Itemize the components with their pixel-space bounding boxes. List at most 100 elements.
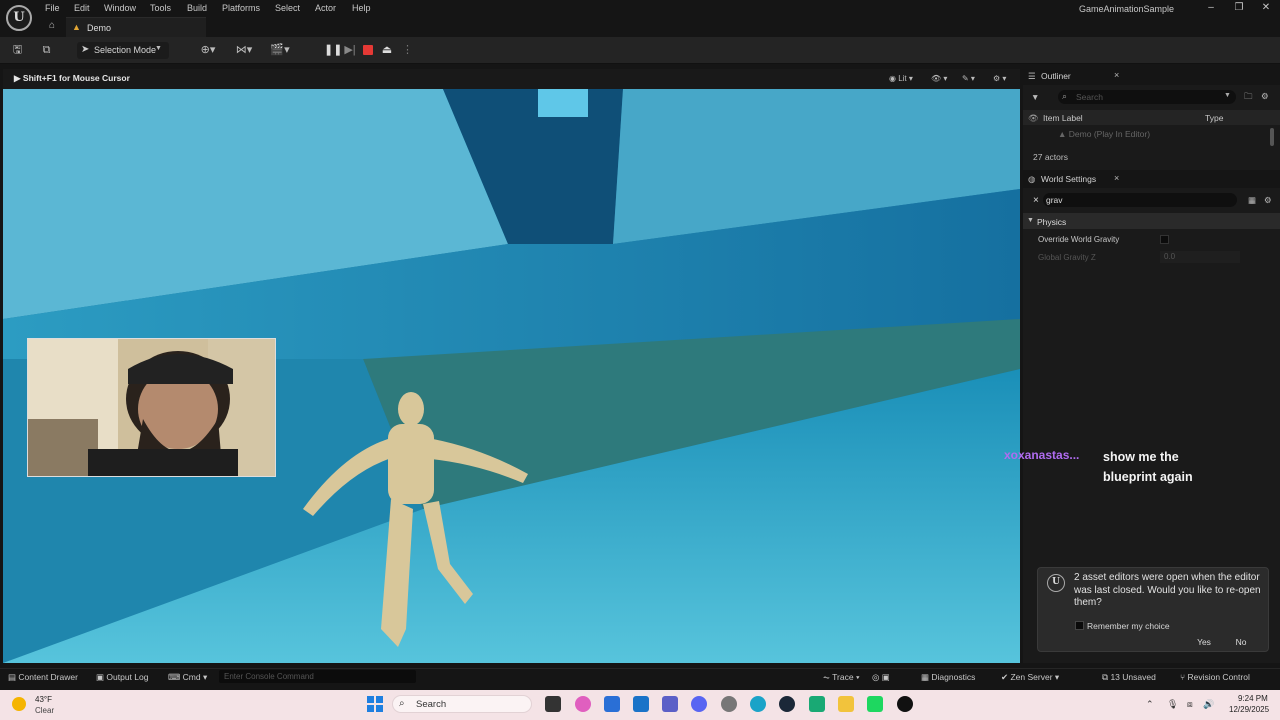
world-settings-close-icon[interactable]: × [1114,173,1119,183]
volume-icon[interactable]: 🔊 [1203,699,1214,710]
console-command-input[interactable]: Enter Console Command [219,670,416,683]
zen-server-label: Zen Server [1010,672,1053,682]
notification-message: 2 asset editors were open when the edito… [1074,572,1261,608]
app-icon[interactable] [721,696,737,712]
copilot-icon[interactable] [575,696,591,712]
filter-icon[interactable]: ▼ [1031,92,1039,102]
step-icon[interactable]: ▶| [344,44,356,57]
task-view-icon[interactable] [545,696,561,712]
remember-choice-label[interactable]: Remember my choice [1087,621,1170,631]
minimize-icon[interactable]: – [1204,2,1218,15]
source-control-icon[interactable]: ⧉ [39,44,54,57]
file-explorer-icon[interactable] [838,696,854,712]
taskbar-search-label: Search [416,699,447,710]
outliner-search-input[interactable]: ⌕ Search ▼ [1058,90,1236,104]
add-actor-icon[interactable]: ⊕▾ [196,44,220,57]
menu-platforms[interactable]: Platforms [222,3,260,13]
teams-icon[interactable] [662,696,678,712]
home-icon[interactable]: ⌂ [49,21,59,31]
cinematics-icon[interactable]: 🎬▾ [268,44,292,57]
steam-icon[interactable] [779,696,795,712]
revision-control-button[interactable]: ⑂ Revision Control [1180,672,1250,682]
outliner-close-icon[interactable]: × [1114,70,1119,80]
diagnostics-button[interactable]: ▦ Diagnostics [921,672,975,683]
eject-icon[interactable]: ⏏ [380,44,394,57]
weather-moon-icon[interactable] [12,697,26,711]
content-drawer-button[interactable]: ▤ Content Drawer [8,672,78,683]
add-folder-icon[interactable]: 🗀 [1244,91,1253,105]
menu-actor[interactable]: Actor [315,3,336,13]
unsaved-label: 13 Unsaved [1110,672,1156,682]
expand-arrow-icon[interactable]: ▼ [1027,217,1034,224]
edge-icon[interactable] [750,696,766,712]
menu-edit[interactable]: Edit [74,3,90,13]
weather-description[interactable]: Clear [35,706,54,715]
maximize-icon[interactable]: ❐ [1232,2,1246,15]
close-window-icon[interactable]: ✕ [1259,2,1273,15]
clock-date[interactable]: 12/29/2025 [1229,705,1269,714]
view-mode-lit[interactable]: ◉ Lit ▾ [889,72,913,85]
show-hidden-icons-icon[interactable]: ⌃ [1146,699,1154,710]
unreal-logo-icon[interactable]: U [6,5,32,31]
col-item-label[interactable]: Item Label [1043,113,1083,123]
menu-build[interactable]: Build [187,3,207,13]
no-button[interactable]: No [1230,636,1252,649]
chat-username: xoxanastas... [1004,448,1080,462]
save-icon[interactable]: 🖫 [11,44,24,57]
clear-search-icon[interactable]: × [1033,195,1039,206]
microphone-icon[interactable]: 🎙 [1167,699,1178,710]
app-icon[interactable] [809,696,825,712]
transform-tools-icon[interactable]: ✎ ▾ [962,72,975,85]
table-view-icon[interactable]: ▦ [1248,195,1256,206]
store-icon[interactable] [604,696,620,712]
stop-icon[interactable] [363,45,373,55]
clock-time[interactable]: 9:24 PM [1238,694,1268,703]
network-icon[interactable]: ⧈ [1187,699,1193,710]
outliner-scrollbar[interactable] [1270,128,1274,146]
menu-window[interactable]: Window [104,3,136,13]
outliner-settings-icon[interactable]: ⚙ [1261,91,1269,102]
trace-dropdown[interactable]: ⏦ Trace ▾ [823,672,860,683]
viewport-settings-icon[interactable]: ⚙ ▾ [993,72,1006,85]
details-search-input[interactable]: grav [1043,193,1237,207]
revision-control-label: Revision Control [1187,672,1250,682]
override-gravity-label: Override World Gravity [1038,235,1120,244]
windows-start-icon[interactable] [367,696,383,712]
remember-choice-checkbox[interactable] [1075,621,1084,630]
main-toolbar [0,37,1280,64]
menu-help[interactable]: Help [352,3,371,13]
outliner-row-demo[interactable]: ▲ Demo (Play In Editor) [1058,129,1150,139]
cmd-label: Cmd [182,672,201,682]
show-flags-icon[interactable]: 👁 ▾ [931,72,947,85]
more-options-icon[interactable]: ⋮ [402,44,413,57]
unreal-logo-icon: U [1047,574,1065,592]
app-icon[interactable] [867,696,883,712]
cursor-icon: ➤ [81,44,90,55]
selection-mode-dropdown[interactable]: ➤ Selection Mode ▼ [77,42,169,59]
override-gravity-checkbox[interactable] [1160,235,1169,244]
weather-temperature[interactable]: 43°F [35,695,52,704]
outlook-icon[interactable] [633,696,649,712]
tab-demo-level[interactable]: ▲ Demo [66,17,206,37]
zen-server-dropdown[interactable]: ✔ Zen Server ▾ [1001,672,1059,683]
unsaved-button[interactable]: ⧉ 13 Unsaved [1102,672,1156,683]
taskbar-search[interactable]: ⌕ Search [392,695,532,713]
blueprint-icon[interactable]: ⋈▾ [232,44,256,57]
details-settings-icon[interactable]: ⚙ [1264,195,1272,206]
pause-icon[interactable]: ❚❚ [324,44,342,57]
viewport-hint: ▶ Shift+F1 for Mouse Cursor [14,73,130,83]
col-type[interactable]: Type [1205,113,1223,123]
menu-file[interactable]: File [45,3,60,13]
menu-tools[interactable]: Tools [150,3,171,13]
yes-button[interactable]: Yes [1190,636,1218,649]
app-title: GameAnimationSample [1079,4,1175,14]
global-gravity-field[interactable]: 0.0 [1160,251,1240,263]
trace-options-icon[interactable]: ◎ ▣ [872,672,890,683]
outliner-search-placeholder: Search [1076,92,1103,102]
menu-select[interactable]: Select [275,3,300,13]
visibility-eye-icon[interactable]: 👁 [1028,113,1039,124]
cmd-dropdown[interactable]: ⌨ Cmd ▾ [168,672,207,683]
unreal-engine-icon[interactable] [897,696,913,712]
output-log-button[interactable]: ▣ Output Log [96,672,148,683]
discord-icon[interactable] [691,696,707,712]
